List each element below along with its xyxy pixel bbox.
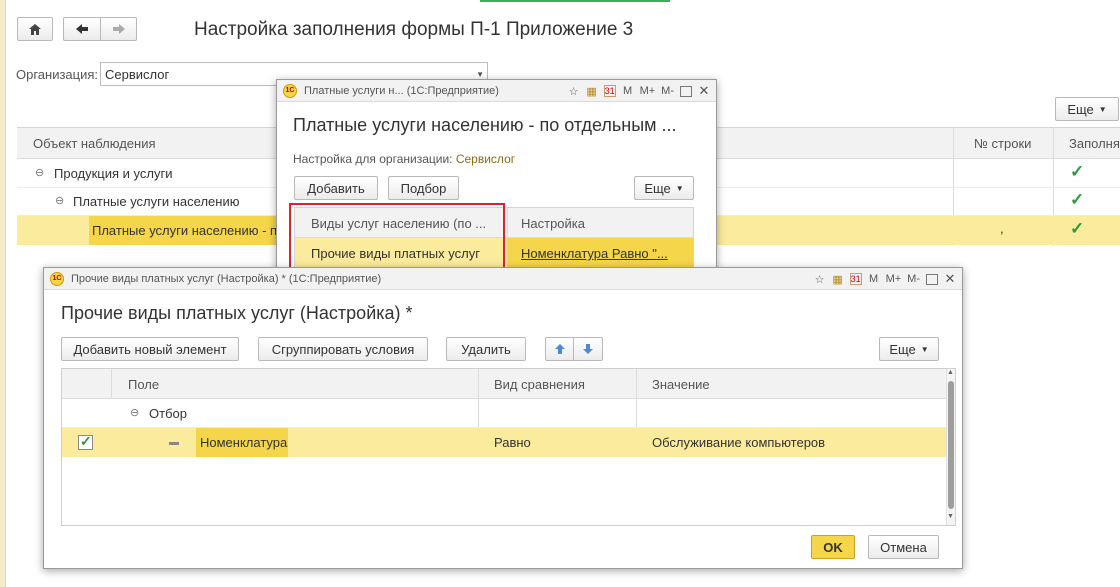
column-header-comparison[interactable]: Вид сравнения bbox=[494, 369, 585, 399]
forward-button[interactable] bbox=[100, 17, 137, 41]
mid-more-button[interactable]: Еще ▼ bbox=[634, 176, 694, 200]
row-label: Платные услуги населению - п bbox=[92, 223, 278, 238]
group-label: Отбор bbox=[149, 406, 187, 421]
home-icon bbox=[29, 23, 41, 35]
favorite-icon[interactable]: ☆ bbox=[814, 273, 826, 286]
group-conditions-button[interactable]: Сгруппировать условия bbox=[258, 337, 428, 361]
calendar-icon[interactable]: 31 bbox=[849, 273, 862, 285]
comparison-value: Равно bbox=[494, 435, 531, 450]
org-line: Настройка для организации: Сервислог bbox=[293, 152, 515, 166]
app-logo-icon: 1С bbox=[50, 271, 64, 286]
delete-button[interactable]: Удалить bbox=[446, 337, 526, 361]
page-title: Настройка заполнения формы П-1 Приложени… bbox=[194, 19, 634, 40]
highlight-frame bbox=[289, 203, 505, 271]
org-value: Сервислог bbox=[455, 152, 516, 166]
move-up-button[interactable] bbox=[545, 337, 574, 361]
memory-icon[interactable]: M bbox=[868, 273, 880, 285]
calendar-icon[interactable]: 31 bbox=[603, 85, 616, 97]
collapse-icon[interactable]: ⊖ bbox=[35, 166, 44, 179]
close-icon[interactable]: ✕ bbox=[698, 83, 710, 99]
window-caption: Прочие виды платных услуг (Настройка) * … bbox=[71, 272, 382, 285]
column-header-object[interactable]: Объект наблюдения bbox=[33, 128, 156, 159]
check-icon: ✓ bbox=[1070, 162, 1085, 181]
org-value: Сервислог bbox=[105, 67, 170, 82]
add-new-element-button[interactable]: Добавить новый элемент bbox=[61, 337, 239, 361]
row-line-number: , bbox=[1000, 221, 1004, 236]
window-titlebar[interactable]: 1С Платные услуги н... (1С:Предприятие) … bbox=[277, 80, 716, 102]
column-header-line-number[interactable]: № строки bbox=[974, 128, 1031, 159]
memory-icon[interactable]: M bbox=[622, 85, 634, 97]
memory-minus-icon[interactable]: M- bbox=[907, 273, 920, 285]
arrow-up-icon bbox=[554, 344, 565, 354]
maximize-icon[interactable] bbox=[680, 85, 692, 97]
calculator-icon[interactable]: ▦ bbox=[832, 273, 844, 286]
favorite-icon[interactable]: ☆ bbox=[568, 85, 580, 98]
left-border bbox=[0, 0, 6, 587]
more-label: Еще bbox=[889, 341, 916, 357]
scroll-up-icon[interactable]: ▲ bbox=[947, 369, 954, 376]
back-button[interactable] bbox=[63, 17, 101, 41]
chevron-down-icon: ▼ bbox=[675, 183, 684, 193]
arrow-down-icon bbox=[583, 344, 593, 354]
scrollbar-thumb[interactable] bbox=[948, 381, 954, 509]
row-label: Продукция и услуги bbox=[54, 166, 173, 181]
column-divider bbox=[111, 369, 112, 399]
chevron-down-icon[interactable]: ▼ bbox=[476, 70, 484, 79]
column-header-filled[interactable]: Заполнят bbox=[1069, 128, 1120, 159]
table-header: Поле Вид сравнения Значение bbox=[62, 369, 946, 399]
arrow-right-icon bbox=[112, 24, 125, 34]
collapse-icon[interactable]: ⊖ bbox=[55, 194, 64, 207]
condition-value: Обслуживание компьютеров bbox=[652, 435, 826, 450]
condition-marker-icon bbox=[169, 442, 179, 445]
filter-table: Поле Вид сравнения Значение ⊖ Отбор ✓ Но… bbox=[61, 368, 956, 526]
maximize-icon[interactable] bbox=[926, 273, 938, 285]
checkbox[interactable]: ✓ bbox=[78, 433, 93, 450]
arrow-left-icon bbox=[76, 24, 88, 34]
select-button[interactable]: Подбор bbox=[388, 176, 459, 200]
ok-button[interactable]: OK bbox=[811, 535, 855, 559]
column-header-value[interactable]: Значение bbox=[652, 369, 710, 399]
memory-plus-icon[interactable]: M+ bbox=[886, 273, 902, 285]
close-icon[interactable]: ✕ bbox=[944, 271, 956, 287]
front-more-button[interactable]: Еще ▼ bbox=[879, 337, 939, 361]
check-icon: ✓ bbox=[1070, 190, 1085, 209]
move-down-button[interactable] bbox=[573, 337, 603, 361]
titlebar-tools: ☆ ▦ 31 M M+ M- ✕ bbox=[814, 268, 956, 290]
column-header-field[interactable]: Поле bbox=[128, 369, 159, 399]
top-accent bbox=[480, 0, 670, 2]
chevron-down-icon: ▼ bbox=[1098, 104, 1107, 114]
app-logo-icon: 1С bbox=[283, 83, 297, 98]
org-label: Организация: bbox=[16, 67, 99, 82]
setting-link[interactable]: Номенклатура Равно "... bbox=[521, 246, 668, 261]
collapse-icon[interactable]: ⊖ bbox=[130, 406, 139, 419]
window-caption: Платные услуги н... (1С:Предприятие) bbox=[304, 84, 499, 97]
column-header-setting[interactable]: Настройка bbox=[521, 208, 585, 238]
calculator-icon[interactable]: ▦ bbox=[586, 85, 598, 98]
settings-window: 1С Прочие виды платных услуг (Настройка)… bbox=[43, 267, 963, 569]
home-button[interactable] bbox=[17, 17, 53, 41]
column-divider bbox=[507, 208, 508, 238]
window-title: Прочие виды платных услуг (Настройка) * bbox=[61, 303, 413, 323]
org-label: Настройка для организации: bbox=[293, 152, 453, 166]
window-title: Платные услуги населению - по отдельным … bbox=[293, 115, 677, 135]
vertical-scrollbar[interactable]: ▲ ▼ bbox=[946, 369, 955, 525]
check-icon: ✓ bbox=[80, 433, 92, 449]
memory-minus-icon[interactable]: M- bbox=[661, 85, 674, 97]
cancel-button[interactable]: Отмена bbox=[868, 535, 939, 559]
memory-plus-icon[interactable]: M+ bbox=[640, 85, 656, 97]
main-more-label: Еще bbox=[1067, 101, 1094, 117]
add-button[interactable]: Добавить bbox=[294, 176, 378, 200]
check-icon: ✓ bbox=[1070, 219, 1085, 238]
more-label: Еще bbox=[644, 180, 671, 196]
main-more-button[interactable]: Еще ▼ bbox=[1055, 97, 1119, 121]
window-titlebar[interactable]: 1С Прочие виды платных услуг (Настройка)… bbox=[44, 268, 962, 290]
table-row-group[interactable]: ⊖ Отбор bbox=[62, 399, 946, 428]
chevron-down-icon: ▼ bbox=[920, 344, 929, 354]
row-label: Платные услуги населению bbox=[73, 194, 240, 209]
field-value: Номенклатура bbox=[200, 435, 288, 450]
scroll-down-icon[interactable]: ▼ bbox=[947, 513, 954, 520]
titlebar-tools: ☆ ▦ 31 M M+ M- ✕ bbox=[568, 80, 710, 102]
table-row-selected[interactable]: ✓ Номенклатура Равно Обслуживание компью… bbox=[62, 428, 946, 457]
